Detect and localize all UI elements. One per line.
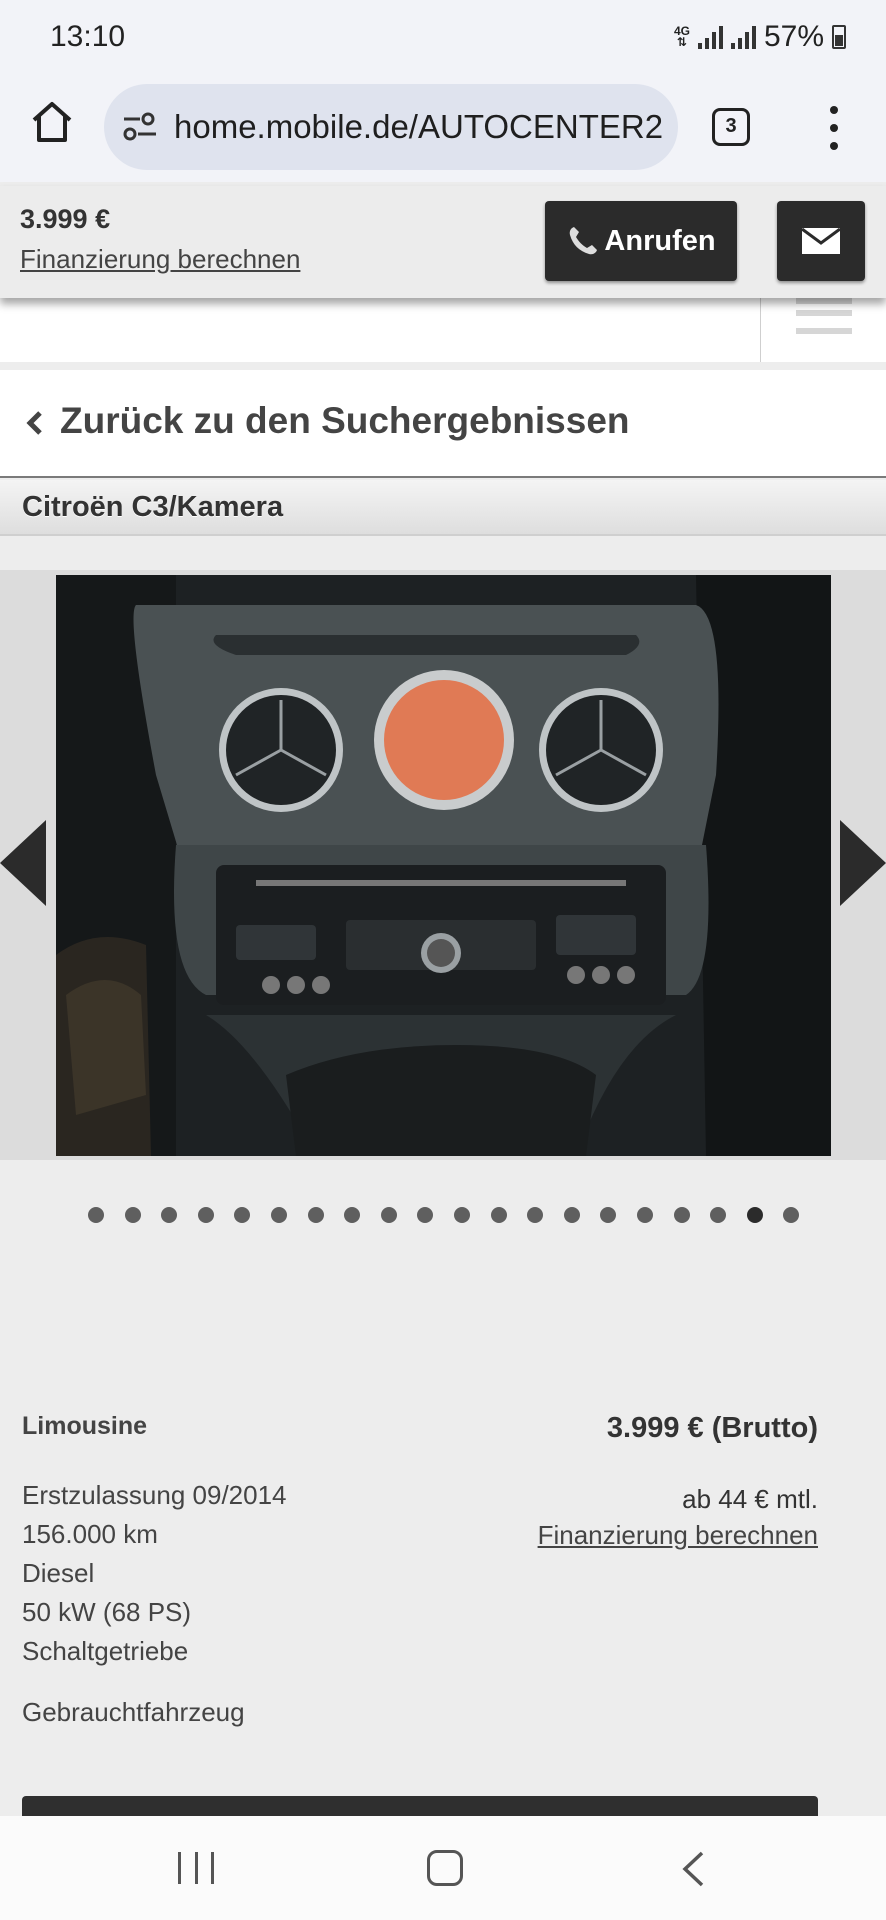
gallery-dot[interactable] bbox=[563, 1207, 580, 1223]
gallery-dot[interactable] bbox=[490, 1207, 507, 1223]
gallery-dot[interactable] bbox=[124, 1207, 141, 1223]
home-button-icon[interactable] bbox=[427, 1850, 463, 1886]
financing-link[interactable]: Finanzierung berechnen bbox=[538, 1520, 818, 1551]
photo-gallery bbox=[0, 570, 886, 1160]
listing-title: Citroën C3/Kamera bbox=[22, 491, 284, 523]
recent-apps-icon[interactable] bbox=[178, 1852, 214, 1884]
vehicle-condition: Gebrauchtfahrzeug bbox=[22, 1697, 245, 1727]
gallery-dot[interactable] bbox=[710, 1207, 727, 1223]
email-button[interactable] bbox=[777, 201, 865, 281]
gallery-dot[interactable] bbox=[344, 1207, 361, 1223]
gallery-dot[interactable] bbox=[380, 1207, 397, 1223]
site-navigation-strip bbox=[0, 298, 886, 362]
price-gross: 3.999 € (Brutto) bbox=[606, 1412, 818, 1444]
header-financing-link[interactable]: Finanzierung berechnen bbox=[20, 244, 300, 275]
browser-toolbar: home.mobile.de/AUTOCENTER2 3 bbox=[0, 72, 886, 182]
call-button-label: Anrufen bbox=[604, 224, 716, 257]
gallery-dot[interactable] bbox=[88, 1207, 104, 1223]
url-text[interactable]: home.mobile.de/AUTOCENTER2 bbox=[174, 108, 664, 146]
sticky-contact-header: 3.999 € Finanzierung berechnen Anrufen bbox=[0, 186, 886, 298]
gallery-dot[interactable] bbox=[600, 1207, 617, 1223]
monthly-rate: ab 44 € mtl. bbox=[682, 1484, 818, 1514]
gallery-dot[interactable] bbox=[637, 1207, 653, 1223]
call-button[interactable]: Anrufen bbox=[545, 201, 737, 281]
signal-icon-2 bbox=[730, 25, 756, 49]
gallery-dot-active[interactable] bbox=[746, 1207, 763, 1223]
back-arrow-icon[interactable] bbox=[680, 1850, 706, 1888]
body-type: Limousine bbox=[22, 1412, 148, 1440]
back-link-label: Zurück zu den Suchergebnissen bbox=[60, 400, 630, 441]
transmission: Schaltgetriebe bbox=[22, 1636, 189, 1666]
first-registration: Erstzulassung 09/2014 bbox=[22, 1480, 287, 1510]
gallery-dot[interactable] bbox=[783, 1207, 800, 1223]
vehicle-photo[interactable] bbox=[56, 575, 831, 1156]
site-settings-icon[interactable] bbox=[122, 112, 158, 142]
phone-icon bbox=[570, 227, 598, 255]
back-to-results-link[interactable]: Zurück zu den Suchergebnissen bbox=[0, 370, 886, 478]
chevron-left-icon bbox=[26, 411, 42, 435]
gallery-pagination bbox=[0, 1207, 886, 1225]
gallery-dot[interactable] bbox=[673, 1207, 690, 1223]
gallery-dot[interactable] bbox=[161, 1207, 178, 1223]
battery-icon bbox=[832, 25, 846, 49]
gallery-dot[interactable] bbox=[197, 1207, 214, 1223]
status-bar: 13:10 4G ⇅ 57% bbox=[0, 0, 886, 72]
gallery-dot[interactable] bbox=[271, 1207, 287, 1223]
gallery-dot[interactable] bbox=[234, 1207, 251, 1223]
tab-switcher-button[interactable]: 3 bbox=[712, 108, 750, 146]
status-indicators: 4G ⇅ 57% bbox=[674, 20, 846, 54]
gallery-dot[interactable] bbox=[307, 1207, 324, 1223]
gallery-dot[interactable] bbox=[417, 1207, 434, 1223]
signal-icon bbox=[697, 25, 723, 49]
previous-image-arrow[interactable] bbox=[0, 820, 48, 906]
next-image-arrow[interactable] bbox=[838, 820, 886, 906]
listing-title-bar: Citroën C3/Kamera bbox=[0, 480, 886, 536]
system-navigation-bar bbox=[0, 1816, 886, 1920]
header-price: 3.999 € bbox=[20, 204, 111, 234]
contact-button-partial[interactable] bbox=[22, 1796, 818, 1816]
address-bar[interactable]: home.mobile.de/AUTOCENTER2 bbox=[104, 84, 678, 170]
network-type-icon: 4G ⇅ bbox=[673, 24, 690, 49]
nav-divider bbox=[760, 298, 761, 362]
battery-percent: 57% bbox=[763, 20, 824, 53]
status-time: 13:10 bbox=[50, 20, 126, 53]
mail-icon bbox=[801, 227, 841, 254]
engine-power: 50 kW (68 PS) bbox=[22, 1597, 192, 1627]
gallery-dot[interactable] bbox=[527, 1207, 544, 1223]
hamburger-menu-icon[interactable] bbox=[796, 298, 852, 346]
home-icon[interactable] bbox=[28, 98, 76, 146]
fuel-type: Diesel bbox=[22, 1558, 95, 1588]
gallery-dot[interactable] bbox=[454, 1207, 470, 1223]
mileage: 156.000 km bbox=[22, 1519, 158, 1549]
browser-menu-icon[interactable] bbox=[820, 106, 848, 150]
